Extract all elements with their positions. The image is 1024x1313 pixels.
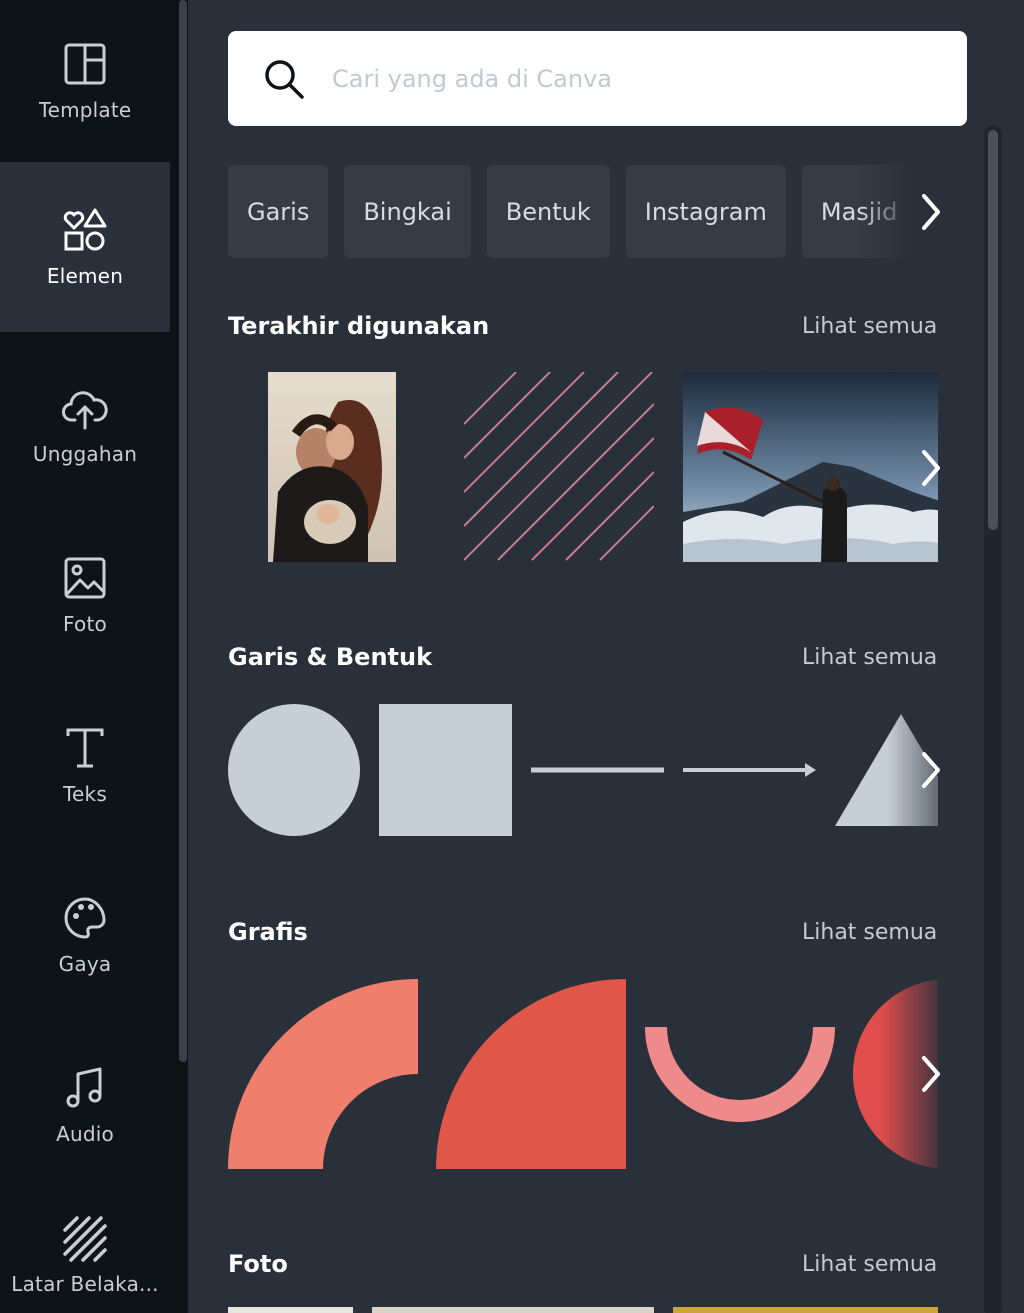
chips-next-chevron-icon[interactable]	[916, 190, 946, 234]
see-all-lines-shapes-link[interactable]: Lihat semua	[802, 645, 937, 670]
square-shape[interactable]	[379, 704, 512, 836]
rail-item-teks[interactable]: Teks	[0, 680, 170, 850]
photos-row	[228, 1307, 938, 1313]
rail-item-label: Gaya	[58, 952, 112, 976]
recent-mountain-flag-photo[interactable]	[683, 372, 938, 562]
section-title-lines-shapes: Garis & Bentuk	[228, 643, 433, 671]
rail-item-elemen[interactable]: Elemen	[0, 162, 170, 332]
rail-item-foto[interactable]: Foto	[0, 510, 170, 680]
photo-thumb[interactable]	[228, 1307, 353, 1313]
graphics-next-chevron-icon[interactable]	[916, 1052, 946, 1096]
photo-thumb[interactable]	[372, 1307, 654, 1313]
chip-bentuk[interactable]: Bentuk	[486, 165, 610, 258]
rail-item-label: Unggahan	[32, 442, 138, 466]
rail-item-label: Template	[38, 98, 132, 122]
rail-item-gaya[interactable]: Gaya	[0, 850, 170, 1020]
chip-instagram[interactable]: Instagram	[625, 165, 786, 258]
rail-item-template[interactable]: Template	[0, 0, 170, 162]
rail-item-label: Foto	[63, 612, 107, 636]
rail-item-unggahan[interactable]: Unggahan	[0, 340, 170, 510]
quarter-ring-graphic[interactable]	[228, 979, 418, 1169]
recent-family-photo[interactable]	[268, 372, 396, 562]
music-note-icon	[66, 1067, 102, 1108]
canva-side-panel: Template Elemen Unggahan Foto Teks Gaya …	[0, 0, 1024, 1313]
left-nav-rail: Template Elemen Unggahan Foto Teks Gaya …	[0, 0, 172, 1313]
lines-shapes-row	[228, 704, 938, 836]
template-icon	[64, 43, 106, 85]
elements-icon	[63, 208, 107, 251]
rail-item-label: Latar Belaka...	[11, 1272, 159, 1296]
palette-icon	[64, 897, 106, 939]
background-stripes-icon	[63, 1216, 107, 1262]
rail-scrollbar[interactable]	[179, 0, 187, 1062]
lines-shapes-next-chevron-icon[interactable]	[916, 748, 946, 792]
section-title-recent: Terakhir digunakan	[228, 312, 490, 340]
search-icon	[265, 59, 304, 99]
text-icon	[66, 728, 104, 768]
rail-item-label: Elemen	[46, 264, 124, 288]
see-all-photos-link[interactable]: Lihat semua	[802, 1252, 937, 1277]
chip-garis[interactable]: Garis	[228, 165, 329, 258]
section-title-graphics: Grafis	[228, 918, 308, 946]
chip-bingkai[interactable]: Bingkai	[344, 165, 471, 258]
search-bar[interactable]	[228, 31, 967, 126]
elements-panel: GarisBingkaiBentukInstagramMasjid Terakh…	[188, 0, 1024, 1313]
see-all-recent-link[interactable]: Lihat semua	[802, 314, 937, 339]
recent-diagonal-lines-graphic[interactable]	[464, 372, 654, 562]
category-chips: GarisBingkaiBentukInstagramMasjid	[228, 165, 938, 258]
arrow-line-shape[interactable]	[683, 704, 816, 836]
quarter-circle-graphic[interactable]	[436, 979, 626, 1169]
section-title-photos: Foto	[228, 1250, 288, 1278]
rail-item-latar-belakang[interactable]: Latar Belaka...	[0, 1190, 170, 1313]
upload-cloud-icon	[62, 391, 108, 430]
recent-next-chevron-icon[interactable]	[916, 446, 946, 490]
half-ring-graphic[interactable]	[645, 979, 835, 1169]
graphics-row	[228, 979, 938, 1169]
recent-row	[228, 372, 938, 562]
search-input[interactable]	[332, 48, 932, 109]
photo-thumb[interactable]	[673, 1307, 938, 1313]
rail-item-label: Teks	[63, 782, 107, 806]
panel-scrollbar-thumb[interactable]	[988, 130, 998, 530]
see-all-graphics-link[interactable]: Lihat semua	[802, 920, 937, 945]
line-shape[interactable]	[531, 704, 664, 836]
photo-icon	[64, 557, 106, 599]
rail-item-label: Audio	[56, 1122, 114, 1146]
rail-item-audio[interactable]: Audio	[0, 1020, 170, 1190]
circle-shape[interactable]	[228, 704, 360, 836]
